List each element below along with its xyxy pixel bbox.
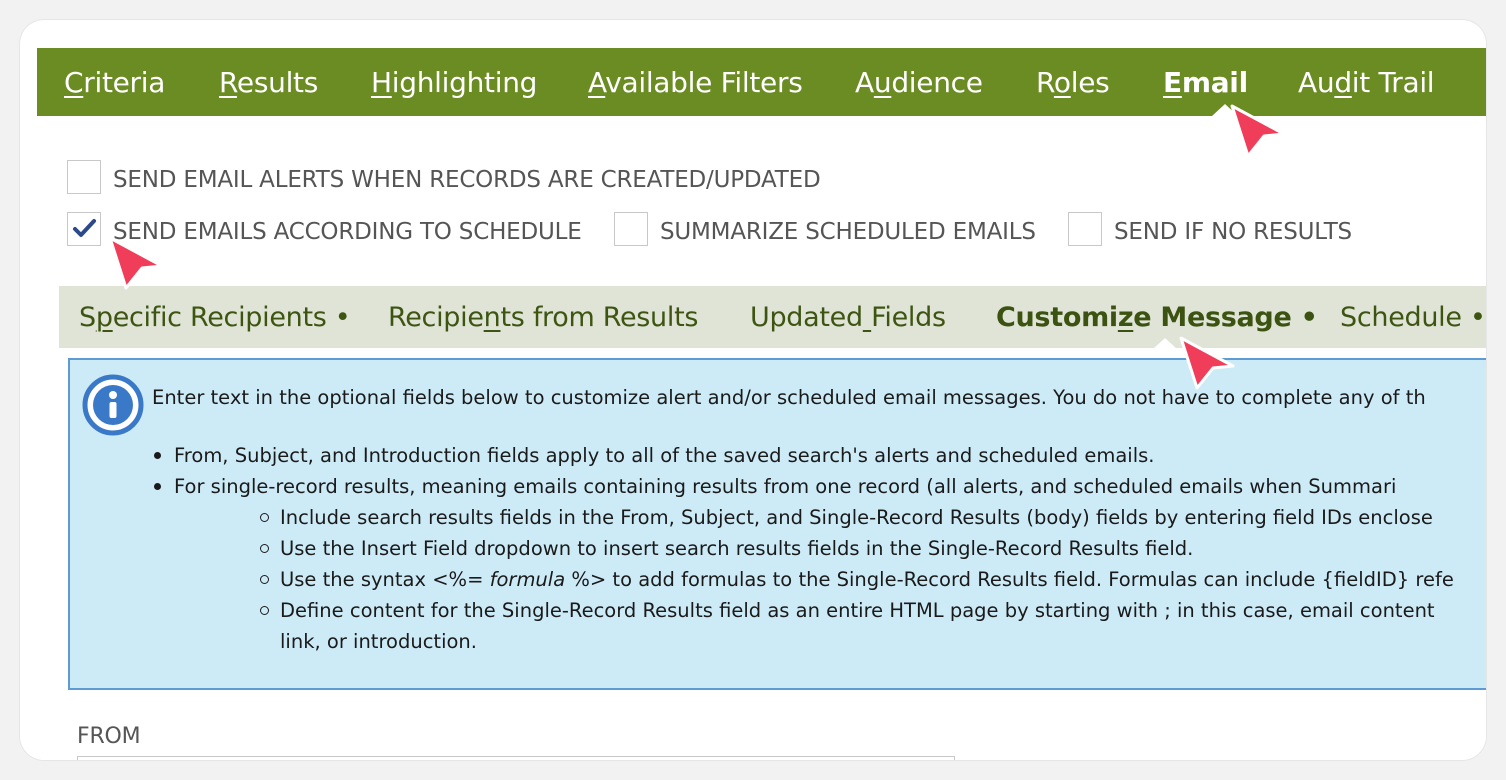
subtab-schedule[interactable]: Schedule • [1340, 286, 1486, 348]
info-bullet-list: From, Subject, and Introduction fields a… [153, 440, 1396, 502]
send-schedule-label: SEND EMAILS ACCORDING TO SCHEDULE [113, 219, 582, 245]
tab-audit-trail[interactable]: Audit Trail [1298, 48, 1435, 116]
info-icon [82, 374, 144, 436]
list-item: Define content for the Single-Record Res… [260, 595, 1454, 657]
tab-results[interactable]: Results [219, 48, 318, 116]
pointer-arrow-icon [1230, 104, 1286, 158]
summarize-checkbox[interactable] [614, 212, 648, 246]
screenshot-card: Criteria Results Highlighting Available … [20, 20, 1486, 760]
tab-criteria[interactable]: Criteria [64, 48, 165, 116]
sub-tab-bar: Specific Recipients • Recipients from Re… [59, 286, 1486, 349]
list-item: Use the Insert Field dropdown to insert … [260, 533, 1454, 564]
from-label: FROM [77, 724, 141, 749]
subtab-recipients-from-results[interactable]: Recipients from Results [388, 286, 698, 348]
tab-roles[interactable]: Roles [1036, 48, 1110, 116]
tab-available-filters[interactable]: Available Filters [588, 48, 803, 116]
send-schedule-checkbox[interactable] [67, 212, 101, 246]
list-item: Include search results fields in the Fro… [260, 502, 1454, 533]
send-alerts-checkbox[interactable] [67, 160, 101, 194]
tab-audience[interactable]: Audience [855, 48, 983, 116]
active-subtab-indicator [1153, 338, 1177, 349]
list-item: For single-record results, meaning email… [153, 471, 1396, 502]
send-no-results-label: SEND IF NO RESULTS [1114, 219, 1352, 245]
summarize-label: SUMMARIZE SCHEDULED EMAILS [660, 219, 1036, 245]
list-item: From, Subject, and Introduction fields a… [153, 440, 1396, 471]
from-input[interactable] [77, 756, 955, 760]
list-item: Use the syntax <%= formula %> to add for… [260, 564, 1454, 595]
subtab-updated-fields[interactable]: Updated Fields [750, 286, 946, 348]
checkbox-row-alerts: SEND EMAIL ALERTS WHEN RECORDS ARE CREAT… [37, 160, 1486, 200]
checkbox-row-schedule: SEND EMAILS ACCORDING TO SCHEDULE SUMMAR… [37, 212, 1486, 252]
subtab-specific-recipients[interactable]: Specific Recipients • [79, 286, 351, 348]
send-alerts-label: SEND EMAIL ALERTS WHEN RECORDS ARE CREAT… [113, 167, 821, 193]
formula-emphasis: formula [489, 568, 566, 591]
send-no-results-checkbox[interactable] [1068, 212, 1102, 246]
pointer-arrow-icon [1179, 336, 1235, 390]
pointer-arrow-icon [108, 236, 164, 290]
checkmark-icon [73, 219, 96, 237]
info-box: Enter text in the optional fields below … [68, 358, 1486, 690]
info-sub-bullet-list: Include search results fields in the Fro… [260, 502, 1454, 657]
tab-highlighting[interactable]: Highlighting [371, 48, 537, 116]
